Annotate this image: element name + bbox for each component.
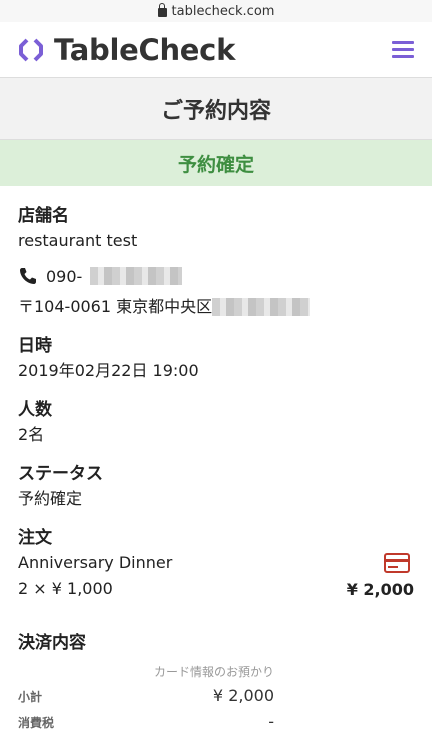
people-label: 人数 [18,400,52,420]
datetime-section: 日時 2019年02月22日 19:00 [18,334,414,384]
store-phone[interactable]: 090- [18,266,414,286]
url-text: tablecheck.com [171,3,275,19]
phone-redacted [90,267,183,285]
order-label: 注文 [18,528,52,548]
hamburger-menu-button[interactable] [392,41,414,58]
order-quantity-price: 2 × ¥ 1,000 [18,579,113,598]
payment-heading: 決済内容 [18,633,86,653]
status-value: 予約確定 [18,489,83,508]
store-name: restaurant test [18,231,138,250]
order-section: 注文 Anniversary Dinner 2 × ¥ 1,000 ¥ 2,00… [18,526,414,602]
credit-card-icon [384,553,410,573]
status-label: ステータス [18,464,103,484]
status-section: ステータス 予約確定 [18,462,414,512]
reservation-details: 店舗名 restaurant test 090- 〒104-0061 東京都中央… [0,186,432,738]
payment-table: カード情報のお預かり 小計 ¥ 2,000 消費税 - [18,663,274,738]
lock-icon [157,3,167,17]
order-total: ¥ 2,000 [346,579,414,599]
people-value: 2名 [18,425,45,444]
order-item-row: Anniversary Dinner [18,550,414,576]
brand-logo[interactable]: TableCheck [18,33,235,67]
payment-value: - [268,712,274,731]
phone-number: 090- [46,266,83,286]
order-price-row: 2 × ¥ 1,000 ¥ 2,000 [18,576,414,602]
hamburger-icon [392,41,414,44]
status-banner-text: 予約確定 [177,153,254,176]
browser-url-bar[interactable]: tablecheck.com [0,0,432,22]
brand-name: TableCheck [54,32,236,67]
payment-section: 決済内容 カード情報のお預かり 小計 ¥ 2,000 消費税 - [18,628,414,738]
order-item-name: Anniversary Dinner [18,553,173,572]
datetime-value: 2019年02月22日 19:00 [18,361,199,380]
payment-key: 小計 [18,690,43,704]
tablecheck-logo-icon [19,38,43,61]
status-banner: 予約確定 [0,140,432,186]
address-text: 〒104-0061 東京都中央区 [18,297,213,316]
page-title: ご予約内容 [160,98,271,124]
payment-value: ¥ 2,000 [212,686,274,705]
payment-row-subtotal: 小計 ¥ 2,000 [18,686,274,712]
top-navbar: TableCheck [0,22,432,78]
address-redacted [212,298,311,316]
store-address: 〒104-0061 東京都中央区 [18,294,414,320]
payment-row-tax: 消費税 - [18,712,274,738]
page-title-band: ご予約内容 [0,78,432,140]
datetime-label: 日時 [18,336,52,356]
payment-caption: カード情報のお預かり [153,665,274,679]
people-section: 人数 2名 [18,398,414,448]
store-label: 店舗名 [18,206,69,226]
payment-key: 消費税 [18,716,55,730]
phone-icon [20,268,36,284]
store-section: 店舗名 restaurant test 090- 〒104-0061 東京都中央… [18,204,414,320]
